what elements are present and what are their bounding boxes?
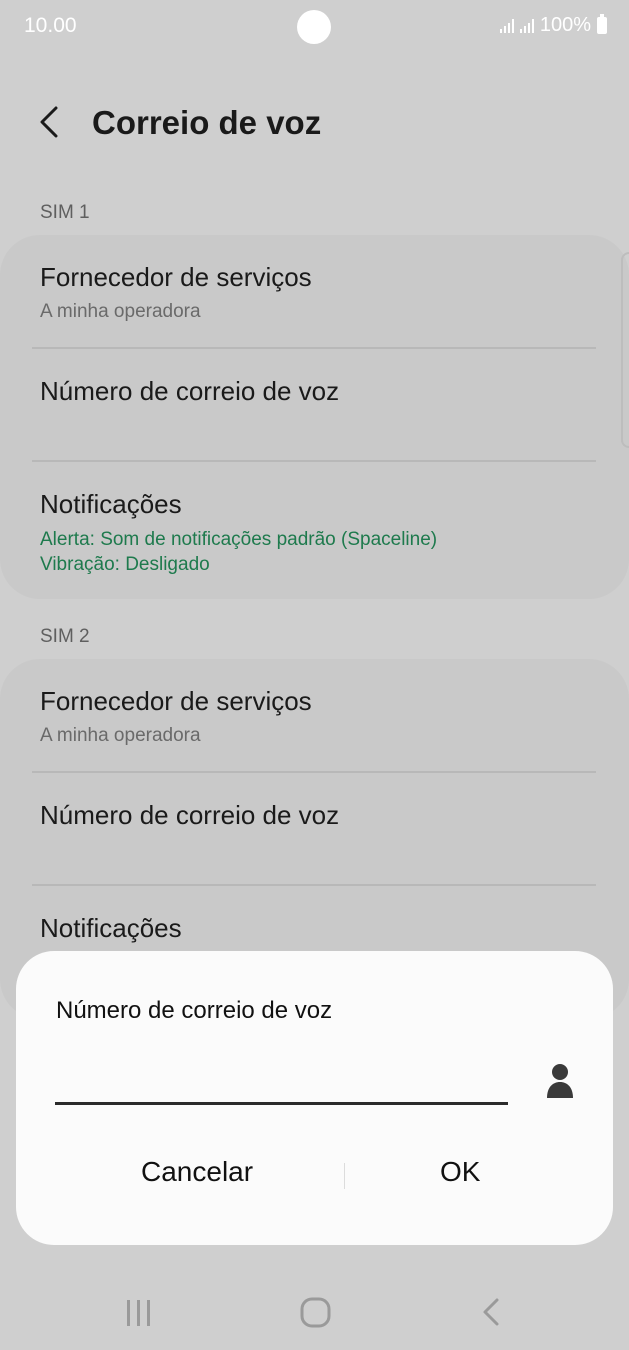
- sim1-voicemail-title: Número de correio de voz: [40, 376, 340, 406]
- nav-back-icon: [483, 1298, 499, 1326]
- dialog-title: Número de correio de voz: [56, 997, 333, 1024]
- recents-icon: [127, 1300, 150, 1326]
- battery-icon: [597, 14, 607, 34]
- camera-cutout: [297, 10, 331, 44]
- nav-back-button[interactable]: [474, 1292, 510, 1332]
- voicemail-number-input[interactable]: [55, 1063, 512, 1101]
- button-separator: [344, 1163, 345, 1189]
- ok-button[interactable]: OK: [440, 1156, 480, 1188]
- back-icon: [40, 106, 58, 138]
- status-icons: 100%: [499, 14, 607, 37]
- sim2-voicemail-title: Número de correio de voz: [40, 800, 340, 830]
- status-time: 10.00: [24, 14, 77, 37]
- divider: [32, 460, 596, 462]
- app-header: Correio de voz: [0, 90, 629, 160]
- sim2-notifications-item[interactable]: Notificações: [40, 913, 600, 944]
- sim2-provider-item[interactable]: Fornecedor de serviços A minha operadora: [40, 686, 600, 747]
- sim2-provider-subtitle: A minha operadora: [40, 725, 201, 746]
- input-underline: [55, 1102, 508, 1105]
- sim1-notifications-item[interactable]: Notificações Alerta: Som de notificações…: [40, 489, 600, 577]
- sim1-voicemail-item[interactable]: Número de correio de voz: [40, 376, 600, 407]
- back-button[interactable]: [32, 102, 72, 146]
- sim1-notifications-vibration: Vibração: Desligado: [40, 554, 210, 575]
- contact-picker-button[interactable]: [544, 1062, 576, 1102]
- sim1-notifications-alert: Alerta: Som de notificações padrão (Spac…: [40, 529, 438, 550]
- sim1-provider-title: Fornecedor de serviços: [40, 262, 312, 292]
- signal-icon: [519, 18, 534, 33]
- scrollbar[interactable]: [621, 252, 629, 448]
- sim1-provider-subtitle: A minha operadora: [40, 301, 201, 322]
- home-icon: [300, 1297, 331, 1328]
- contact-icon: [547, 1064, 573, 1098]
- sim2-provider-title: Fornecedor de serviços: [40, 686, 312, 716]
- page-title: Correio de voz: [92, 104, 322, 141]
- divider: [32, 884, 596, 886]
- home-button[interactable]: [296, 1292, 336, 1332]
- navigation-bar: [0, 1270, 629, 1350]
- divider: [32, 771, 596, 773]
- cancel-button[interactable]: Cancelar: [141, 1156, 253, 1188]
- sim1-provider-item[interactable]: Fornecedor de serviços A minha operadora: [40, 262, 600, 323]
- sim2-voicemail-item[interactable]: Número de correio de voz: [40, 800, 600, 831]
- sim1-notifications-title: Notificações: [40, 489, 182, 519]
- voicemail-number-dialog: Número de correio de voz Cancelar OK: [16, 951, 613, 1245]
- status-bar: 10.00 100%: [0, 0, 629, 52]
- sim1-label: SIM 1: [40, 202, 90, 223]
- battery-percent: 100%: [539, 14, 591, 36]
- sim2-notifications-title: Notificações: [40, 913, 182, 943]
- sim2-label: SIM 2: [40, 626, 90, 647]
- signal-icon: [499, 18, 514, 33]
- recents-button[interactable]: [120, 1292, 158, 1332]
- divider: [32, 347, 596, 349]
